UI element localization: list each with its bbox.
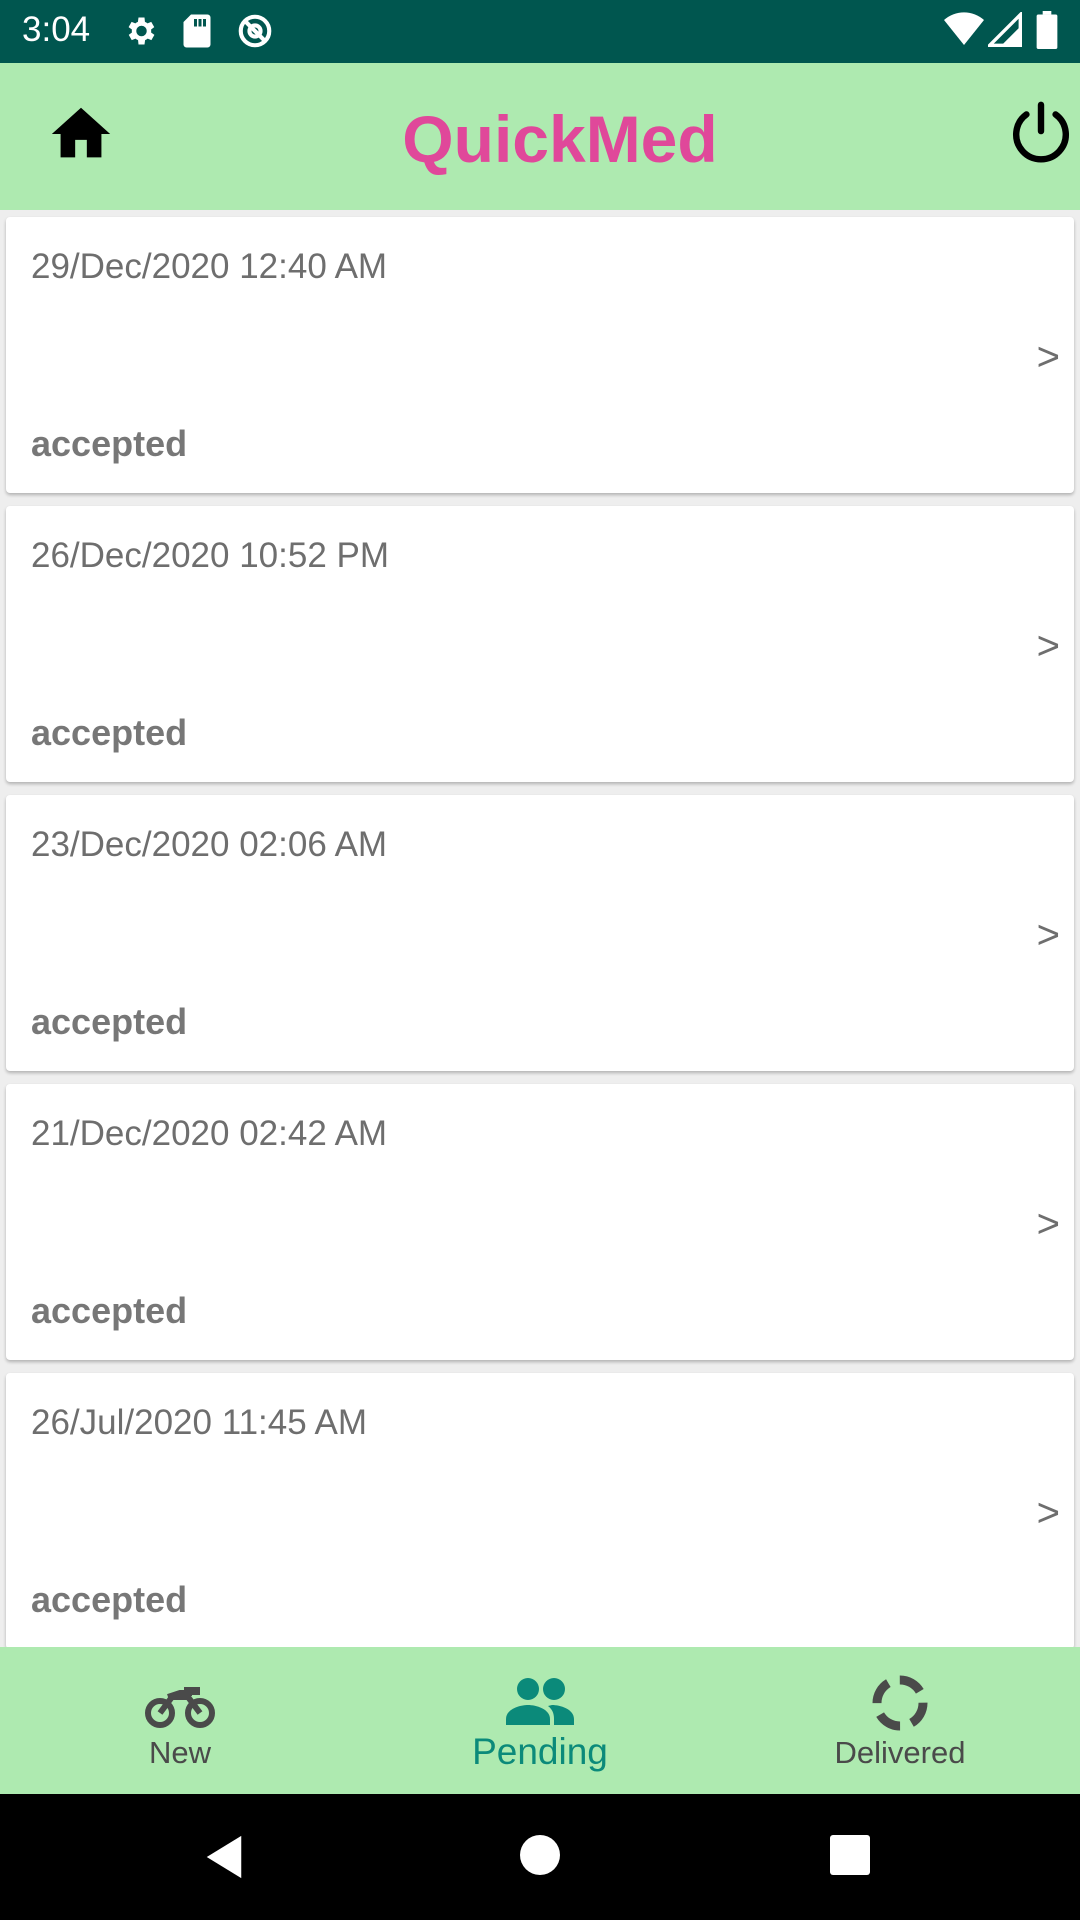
order-status: accepted — [31, 712, 188, 753]
status-bar: 3:04 — [0, 0, 1080, 63]
home-circle-icon[interactable] — [520, 1835, 560, 1875]
power-icon[interactable] — [1006, 99, 1076, 169]
order-list: 29/Dec/2020 12:40 AM > accepted 26/Dec/2… — [0, 210, 1080, 1647]
order-status: accepted — [31, 1001, 188, 1042]
status-time: 3:04 — [22, 10, 91, 49]
chevron-right-icon[interactable]: > — [1037, 913, 1060, 958]
back-icon[interactable] — [202, 1834, 246, 1880]
order-card[interactable]: 23/Dec/2020 02:06 AM > accepted — [6, 795, 1074, 1071]
loading-circle-icon — [872, 1675, 928, 1731]
order-date: 26/Jul/2020 11:45 AM — [31, 1403, 367, 1442]
order-date: 29/Dec/2020 12:40 AM — [31, 247, 388, 286]
gear-icon — [128, 17, 155, 45]
nav-label-pending: Pending — [472, 1731, 608, 1772]
chevron-right-icon[interactable]: > — [1037, 335, 1060, 380]
order-status: accepted — [31, 423, 188, 464]
order-status: accepted — [31, 1579, 188, 1620]
order-card[interactable]: 26/Dec/2020 10:52 PM > accepted — [6, 506, 1074, 782]
wifi-icon — [944, 12, 984, 45]
nav-item-pending[interactable]: Pending — [360, 1647, 720, 1794]
motorcycle-icon — [145, 1687, 215, 1728]
signal-icon — [988, 12, 1022, 47]
order-date: 23/Dec/2020 02:06 AM — [31, 825, 388, 864]
nav-label-new: New — [148, 1735, 211, 1770]
chevron-right-icon[interactable]: > — [1037, 1202, 1060, 1247]
order-status: accepted — [31, 1290, 188, 1331]
bottom-nav: New Pending Delivered — [0, 1647, 1080, 1794]
app-bar: QuickMed — [0, 63, 1080, 210]
order-date: 26/Dec/2020 10:52 PM — [31, 536, 390, 575]
system-nav-bar — [0, 1794, 1080, 1920]
order-card[interactable]: 21/Dec/2020 02:42 AM > accepted — [6, 1084, 1074, 1360]
app-title: QuickMed — [402, 102, 718, 176]
order-date: 21/Dec/2020 02:42 AM — [31, 1114, 388, 1153]
sd-card-icon — [183, 14, 211, 48]
chevron-right-icon[interactable]: > — [1037, 1491, 1060, 1536]
order-card[interactable]: 26/Jul/2020 11:45 AM > accepted — [6, 1373, 1074, 1647]
chevron-right-icon[interactable]: > — [1037, 624, 1060, 669]
nav-item-delivered[interactable]: Delivered — [720, 1647, 1080, 1794]
nav-item-new[interactable]: New — [0, 1647, 360, 1794]
battery-icon — [1036, 11, 1058, 49]
at-sign-icon — [238, 14, 272, 48]
people-icon — [506, 1678, 574, 1725]
recents-icon[interactable] — [830, 1835, 870, 1875]
order-card[interactable]: 29/Dec/2020 12:40 AM > accepted — [6, 217, 1074, 493]
nav-label-delivered: Delivered — [834, 1735, 966, 1770]
